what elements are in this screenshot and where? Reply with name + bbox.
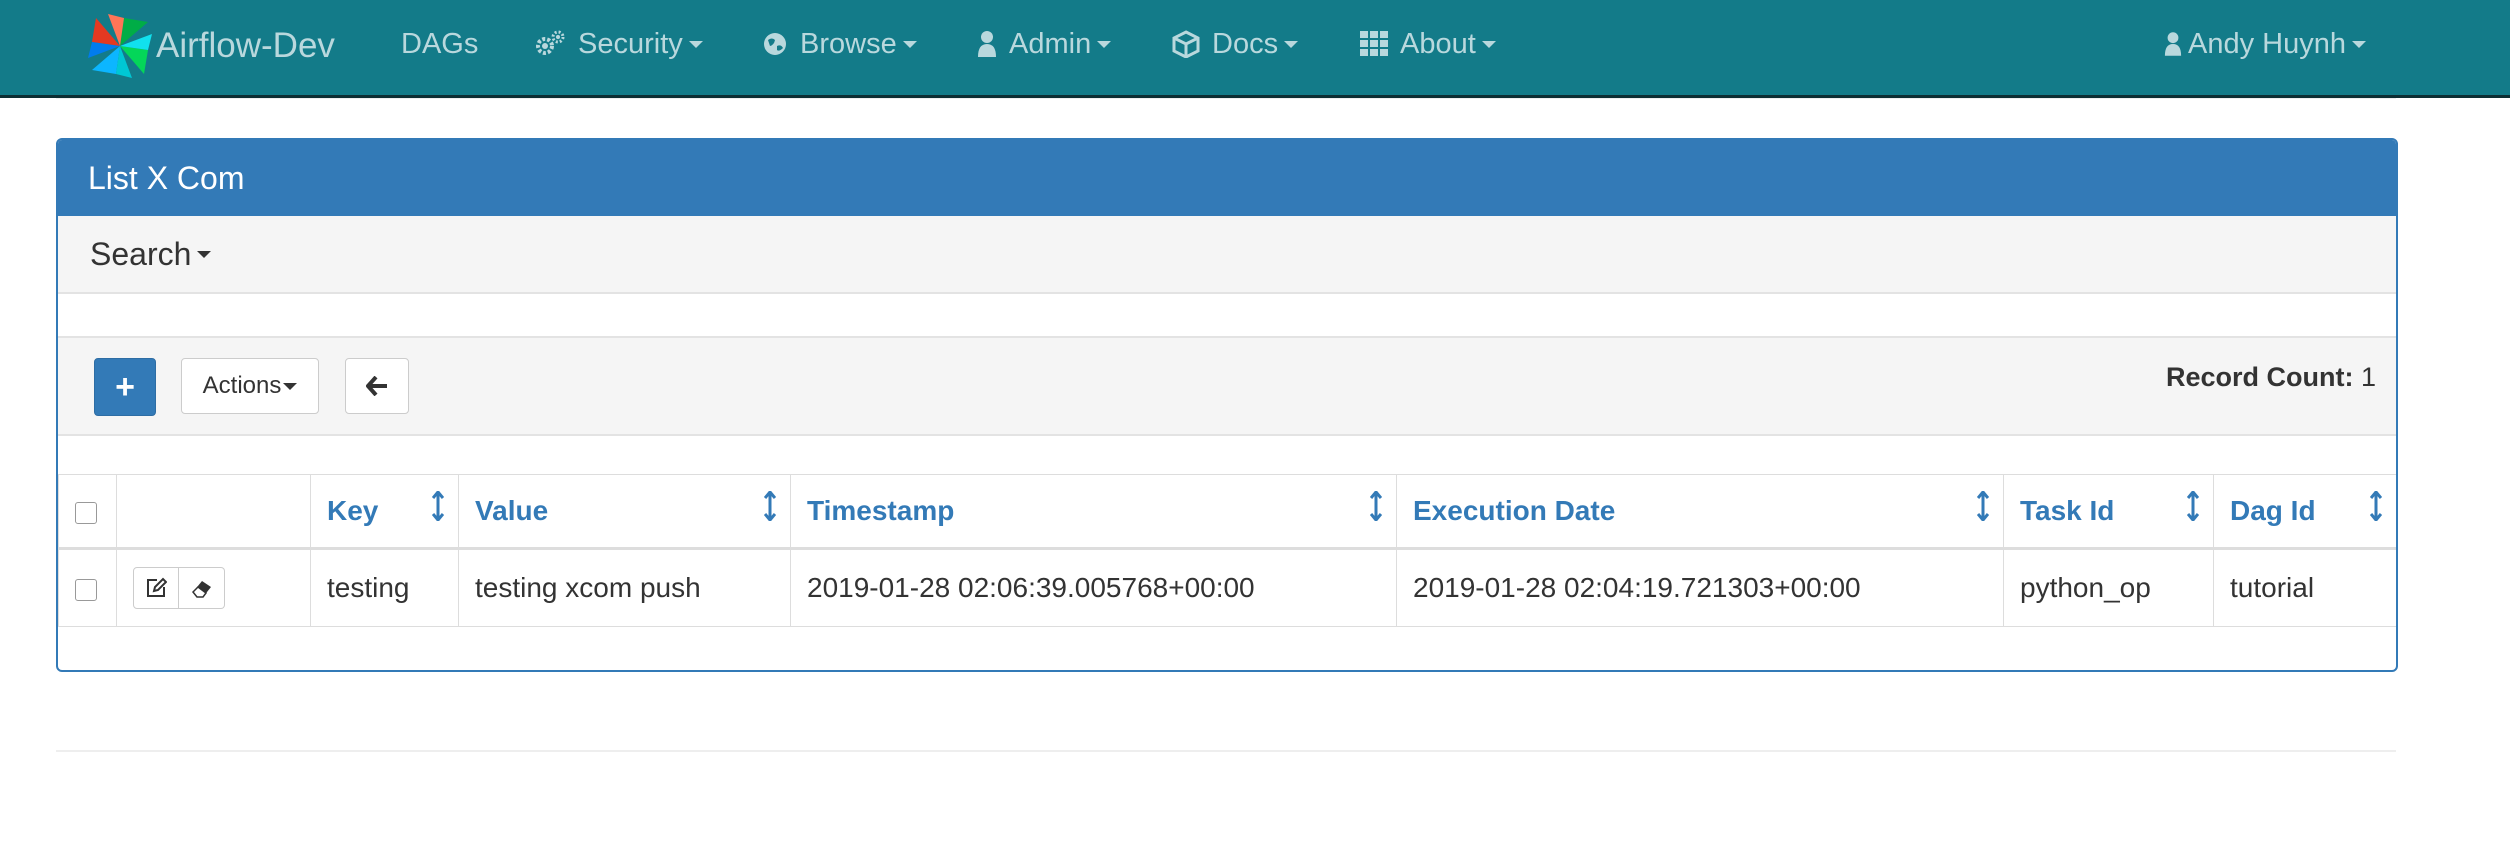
brand[interactable]: Airflow-Dev xyxy=(86,10,335,82)
sort-icon xyxy=(2187,491,2199,521)
sort-icon xyxy=(1370,491,1382,521)
airflow-pinwheel-icon xyxy=(88,14,152,78)
grid-icon xyxy=(1360,31,1388,57)
globe-icon xyxy=(762,31,788,57)
xcom-list-panel: List X Com Search + Actions Record Count… xyxy=(56,138,2398,672)
chevron-down-icon xyxy=(283,382,298,390)
row-action-buttons xyxy=(133,567,225,609)
sort-icon xyxy=(1977,491,1989,521)
cell-task-id: python_op xyxy=(2003,548,2214,627)
column-header-dag-id[interactable]: Dag Id xyxy=(2213,474,2396,550)
chevron-down-icon xyxy=(197,250,212,258)
search-toggle[interactable]: Search xyxy=(58,216,2396,294)
add-record-button[interactable]: + xyxy=(94,358,156,416)
actions-dropdown[interactable]: Actions xyxy=(181,358,319,414)
record-count: Record Count: 1 xyxy=(2166,362,2376,393)
gears-icon xyxy=(534,30,566,58)
cell-execution-date: 2019-01-28 02:04:19.721303+00:00 xyxy=(1396,548,2004,627)
column-label: Dag Id xyxy=(2230,495,2316,526)
column-header-value[interactable]: Value xyxy=(458,474,791,550)
nav-about[interactable]: About xyxy=(1360,0,1496,88)
nav-about-label: About xyxy=(1400,27,1476,60)
divider xyxy=(56,98,2396,99)
chevron-down-icon xyxy=(1097,40,1112,48)
row-actions-cell xyxy=(116,548,311,627)
back-button[interactable] xyxy=(345,358,409,414)
nav-admin-label: Admin xyxy=(1009,27,1092,60)
column-header-task-id[interactable]: Task Id xyxy=(2003,474,2214,550)
cube-icon xyxy=(1172,30,1200,58)
nav-docs-label: Docs xyxy=(1212,27,1279,60)
xcom-table: Key Value Timestamp Execution Date Task … xyxy=(58,474,2396,627)
chevron-down-icon xyxy=(2352,40,2366,48)
nav-browse-label: Browse xyxy=(800,27,897,60)
cell-dag-id: tutorial xyxy=(2213,548,2396,627)
row-select-cell xyxy=(58,548,117,627)
edit-record-button[interactable] xyxy=(133,567,179,609)
cell-key: testing xyxy=(310,548,459,627)
nav-dags-label: DAGs xyxy=(401,27,479,60)
chevron-down-icon xyxy=(1284,40,1299,48)
cell-value: testing xcom push xyxy=(458,548,791,627)
nav-security[interactable]: Security xyxy=(534,0,703,88)
column-label: Task Id xyxy=(2020,495,2115,526)
select-all-checkbox[interactable] xyxy=(75,501,97,524)
column-header-timestamp[interactable]: Timestamp xyxy=(790,474,1397,550)
row-actions-header xyxy=(116,474,311,550)
sort-icon xyxy=(432,491,444,521)
table-header-row: Key Value Timestamp Execution Date Task … xyxy=(58,474,2396,550)
column-label: Execution Date xyxy=(1413,495,1616,526)
column-label: Key xyxy=(327,495,379,526)
chevron-down-icon xyxy=(1481,40,1496,48)
footer-divider xyxy=(56,750,2396,752)
nav-admin[interactable]: Admin xyxy=(977,0,1112,88)
select-all-cell xyxy=(58,474,117,550)
user-name: Andy Huynh xyxy=(2188,27,2346,60)
nav-dags[interactable]: DAGs xyxy=(401,0,478,88)
chevron-down-icon xyxy=(902,40,917,48)
sort-icon xyxy=(764,491,776,521)
arrow-left-icon xyxy=(366,376,387,396)
nav-browse[interactable]: Browse xyxy=(762,0,917,88)
column-header-execution-date[interactable]: Execution Date xyxy=(1396,474,2004,550)
brand-name: Airflow-Dev xyxy=(156,26,335,65)
column-label: Value xyxy=(475,495,549,526)
eraser-icon xyxy=(191,581,211,598)
delete-record-button[interactable] xyxy=(179,567,225,609)
search-label: Search xyxy=(90,235,192,272)
nav-security-label: Security xyxy=(578,27,683,60)
panel-title: List X Com xyxy=(58,140,2396,216)
cell-timestamp: 2019-01-28 02:06:39.005768+00:00 xyxy=(790,548,1397,627)
column-label: Timestamp xyxy=(807,495,955,526)
user-menu[interactable]: Andy Huynh xyxy=(2164,0,2366,88)
sort-icon xyxy=(2370,491,2382,521)
top-navbar: Airflow-Dev DAGs Security Browse Admin D… xyxy=(0,0,2510,98)
edit-icon xyxy=(147,577,167,597)
actions-label: Actions xyxy=(202,372,282,399)
chevron-down-icon xyxy=(688,40,703,48)
user-icon xyxy=(977,30,997,58)
table-row: testing testing xcom push 2019-01-28 02:… xyxy=(58,548,2396,627)
nav-docs[interactable]: Docs xyxy=(1172,0,1299,88)
column-header-key[interactable]: Key xyxy=(310,474,459,550)
record-count-label: Record Count: xyxy=(2165,362,2354,392)
row-checkbox[interactable] xyxy=(75,578,97,601)
record-count-value: 1 xyxy=(2360,362,2376,392)
list-toolbar: + Actions Record Count: 1 xyxy=(58,336,2396,436)
user-icon xyxy=(2164,31,2182,57)
